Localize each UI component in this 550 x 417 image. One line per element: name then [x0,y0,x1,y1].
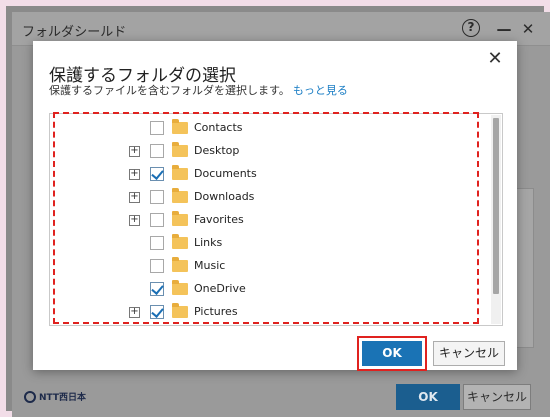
folder-label: OneDrive [194,282,246,295]
background-ok-button[interactable]: OK [396,384,460,410]
folder-icon [172,234,188,249]
folder-checkbox[interactable] [150,259,164,273]
folder-icon [172,303,188,318]
folder-tree-list: Contacts + Desktop + Documents + Downloads + Fav… [50,114,490,325]
folder-icon [172,142,188,157]
folder-select-dialog: ✕ 保護するフォルダの選択 保護するファイルを含むフォルダを選択します。 もっと見… [33,41,517,371]
folder-icon [172,257,188,272]
folder-label: Downloads [194,190,255,203]
background-close-icon[interactable]: ✕ [518,19,538,39]
folder-icon [172,119,188,134]
background-window-title: フォルダシールド [22,25,127,40]
folder-row[interactable]: + Desktop [50,141,470,164]
folder-checkbox[interactable] [150,121,164,135]
folder-checkbox[interactable] [150,305,164,319]
folder-row[interactable]: + Pictures [50,302,470,325]
folder-label: Desktop [194,144,240,157]
folder-row[interactable]: OneDrive [50,279,470,302]
cancel-button[interactable]: キャンセル [433,341,505,366]
scrollbar-thumb[interactable] [493,118,499,294]
folder-label: Links [194,236,223,249]
folder-label: Favorites [194,213,244,226]
folder-icon [172,165,188,180]
background-footer: NTT西日本 OK キャンセル [12,377,550,417]
folder-row[interactable]: + Documents [50,164,470,187]
expand-icon[interactable]: + [129,307,140,318]
folder-row[interactable]: Music [50,256,470,279]
dialog-subtitle: 保護するファイルを含むフォルダを選択します。 もっと見る [49,82,348,98]
folder-checkbox[interactable] [150,167,164,181]
minimize-icon[interactable]: — [494,19,514,39]
ntt-logo-text: NTT西日本 [39,393,87,403]
expand-icon[interactable]: + [129,215,140,226]
folder-row[interactable]: Links [50,233,470,256]
folder-label: Music [194,259,226,272]
close-icon[interactable]: ✕ [485,49,505,69]
more-link[interactable]: もっと見る [293,84,348,97]
folder-label: Pictures [194,305,238,318]
folder-checkbox[interactable] [150,236,164,250]
folder-row[interactable]: Contacts [50,118,470,141]
folder-icon [172,211,188,226]
folder-checkbox[interactable] [150,144,164,158]
help-icon[interactable]: ? [462,19,480,37]
expand-icon[interactable]: + [129,192,140,203]
folder-checkbox[interactable] [150,190,164,204]
folder-row[interactable]: + Downloads [50,187,470,210]
folder-icon [172,280,188,295]
expand-icon[interactable]: + [129,146,140,157]
background-cancel-button[interactable]: キャンセル [463,384,531,410]
dialog-subtitle-text: 保護するファイルを含むフォルダを選択します。 [49,84,290,97]
ntt-logo: NTT西日本 [24,390,86,403]
ntt-logo-icon [24,390,36,403]
folder-tree: Contacts + Desktop + Documents + Downloads + Fav… [49,113,503,326]
folder-checkbox[interactable] [150,213,164,227]
folder-label: Documents [194,167,257,180]
expand-icon[interactable]: + [129,169,140,180]
ok-button[interactable]: OK [362,341,422,366]
folder-icon [172,188,188,203]
folder-row[interactable]: + Favorites [50,210,470,233]
folder-tree-scrollbar[interactable] [491,115,501,324]
folder-label: Contacts [194,121,243,134]
folder-checkbox[interactable] [150,282,164,296]
